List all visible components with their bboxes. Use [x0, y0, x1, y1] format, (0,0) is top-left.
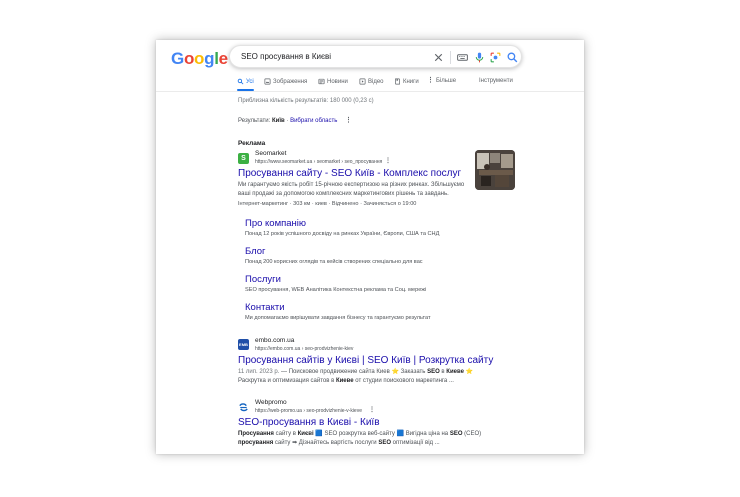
ad-title-link[interactable]: Просування сайту - SEO Київ - Комплекс п… — [238, 168, 461, 179]
tab-label: Інструменти — [479, 78, 513, 84]
result1-text: — Поисковое продвижение сайта Киев ⭐ Зак… — [279, 369, 428, 375]
sitelink-services-desc: SEO просування, WEB Аналітика Контекстна… — [245, 287, 427, 293]
result1-text: от студии поискового маркетинга ... — [353, 378, 454, 384]
result2-snippet-line2: просування сайту ➡ Дізнайтесь вартість п… — [238, 439, 440, 448]
microphone-icon[interactable] — [473, 51, 486, 64]
clear-icon[interactable] — [432, 51, 445, 64]
result1-text: Раскрутка и оптимизация сайтов в — [238, 378, 336, 384]
tab-all[interactable]: Усі — [237, 78, 254, 85]
search-icon[interactable] — [506, 51, 519, 64]
search-icon — [237, 78, 244, 85]
result2-site-name: Webpromo — [255, 399, 287, 406]
result2-text: сайту в — [273, 431, 298, 437]
result2-text: (СЕО) — [462, 431, 482, 437]
result1-bold: Киеве — [446, 369, 464, 375]
result2-bold: просування — [238, 440, 274, 446]
image-icon — [264, 78, 271, 85]
seomarket-favicon: S — [238, 153, 249, 164]
ad-label: Реклама — [238, 140, 266, 147]
sitelink-about-desc: Понад 12 років успішного досвіду на ринк… — [245, 231, 440, 237]
tab-label: Більше — [436, 78, 457, 84]
choose-region-link[interactable]: Вибрати область — [290, 118, 337, 124]
webpromo-favicon — [238, 402, 249, 413]
divider — [450, 51, 451, 64]
result2-url[interactable]: https://web-promo.ua › seo-prodvizhenie-… — [255, 408, 362, 414]
result1-text: ⭐ — [463, 369, 474, 375]
keyboard-icon[interactable] — [456, 51, 469, 64]
sitelink-about[interactable]: Про компанію — [245, 218, 306, 229]
result2-text: сайту ➡ Дізнайтесь вартість послуги — [273, 440, 379, 446]
office-thumbnail[interactable] — [475, 150, 515, 190]
result2-snippet-line1: Просування сайту в Києві 🟦 SEO розкрутка… — [238, 430, 481, 439]
ad-site-name: Seomarket — [255, 150, 287, 157]
location-city: Київ — [271, 118, 285, 124]
video-icon — [359, 78, 366, 85]
result1-snippet-line2: Раскрутка и оптимизация сайтов в Киеве о… — [238, 377, 454, 386]
ad-menu-icon[interactable]: ⋮ — [385, 157, 391, 164]
result2-bold: SEO — [378, 440, 391, 446]
search-input[interactable]: SEO просування в Києві — [241, 52, 331, 61]
results-stats: Приблизна кількість результатів: 180 000… — [238, 98, 374, 104]
result2-text: оптимізації від ... — [391, 440, 440, 446]
office-photo-image — [475, 150, 515, 190]
sitelink-services[interactable]: Послуги — [245, 274, 281, 285]
lens-icon[interactable] — [489, 51, 502, 64]
ad-meta: Інтернет-маркетинг · 303 км · киев · Від… — [238, 201, 417, 207]
tab-images[interactable]: Зображення — [264, 78, 307, 85]
result2-bold: SEO — [449, 431, 463, 437]
result1-snippet-line1: 11 лип. 2023 р. — Поисковое продвижение … — [238, 368, 473, 377]
result2-menu-icon[interactable]: ⋮ — [369, 406, 375, 413]
result2-title-link[interactable]: SEO-просування в Києві - Київ — [238, 417, 380, 428]
tabs-divider — [156, 91, 584, 92]
tab-label: Новини — [327, 78, 348, 85]
result1-bold: Киеве — [335, 378, 354, 384]
result1-site-name: embo.com.ua — [255, 337, 295, 344]
tab-video[interactable]: Відео — [359, 78, 384, 85]
result2-text: 🟦 SEO розкрутка веб-сайту 🟦 Вигідна ціна… — [313, 431, 450, 437]
tab-tools[interactable]: Інструменти — [479, 78, 513, 84]
location-prefix: Результати: — [238, 118, 271, 124]
result1-bold: SEO — [427, 369, 440, 375]
ad-snippet-line2: ваші продажі за допомогою комплексних ма… — [238, 191, 449, 197]
tab-more[interactable]: ⋮ Більше — [427, 77, 457, 84]
result1-date: 11 лип. 2023 р. — [238, 369, 280, 375]
google-logo[interactable]: Google — [171, 49, 228, 69]
book-icon — [395, 78, 400, 85]
location-line: Результати: Київ · Вибрати область — [238, 118, 337, 124]
sitelink-blog[interactable]: Блог — [245, 246, 266, 257]
result2-bold: Києві — [297, 431, 314, 437]
sitelink-blog-desc: Понад 200 корисних оглядів та кейсів ств… — [245, 259, 423, 265]
ad-url[interactable]: https://www.seomarket.ua › seomarket › s… — [255, 159, 382, 165]
webpromo-logo-icon — [239, 403, 248, 412]
result1-title-link[interactable]: Просування сайтів у Києві | SEO Київ | Р… — [238, 355, 493, 366]
tab-label: Книги — [403, 78, 419, 85]
sitelink-contacts-desc: Ми допомагаємо вирішувати завдання бізне… — [245, 315, 431, 321]
search-box[interactable]: SEO просування в Києві — [229, 45, 522, 68]
result1-url[interactable]: https://embo.com.ua › seo-prodvizhenie-k… — [255, 346, 353, 352]
tab-label: Усі — [246, 78, 254, 85]
tab-news[interactable]: Новини — [318, 78, 348, 85]
search-results-window: Google SEO просування в Києві Усі Зображ… — [156, 40, 584, 454]
sitelink-contacts[interactable]: Контакти — [245, 302, 285, 313]
more-options-icon[interactable]: ⋮ — [345, 116, 352, 124]
tab-label: Відео — [368, 78, 384, 85]
tab-books[interactable]: Книги — [394, 78, 419, 85]
result2-bold: Просування — [238, 431, 274, 437]
ad-snippet-line1: Ми гарантуємо якість робіт 15-річною екс… — [238, 182, 465, 188]
more-vert-icon: ⋮ — [427, 77, 434, 84]
tab-label: Зображення — [273, 78, 308, 85]
embo-favicon: EMB — [238, 339, 249, 350]
news-icon — [318, 78, 325, 85]
